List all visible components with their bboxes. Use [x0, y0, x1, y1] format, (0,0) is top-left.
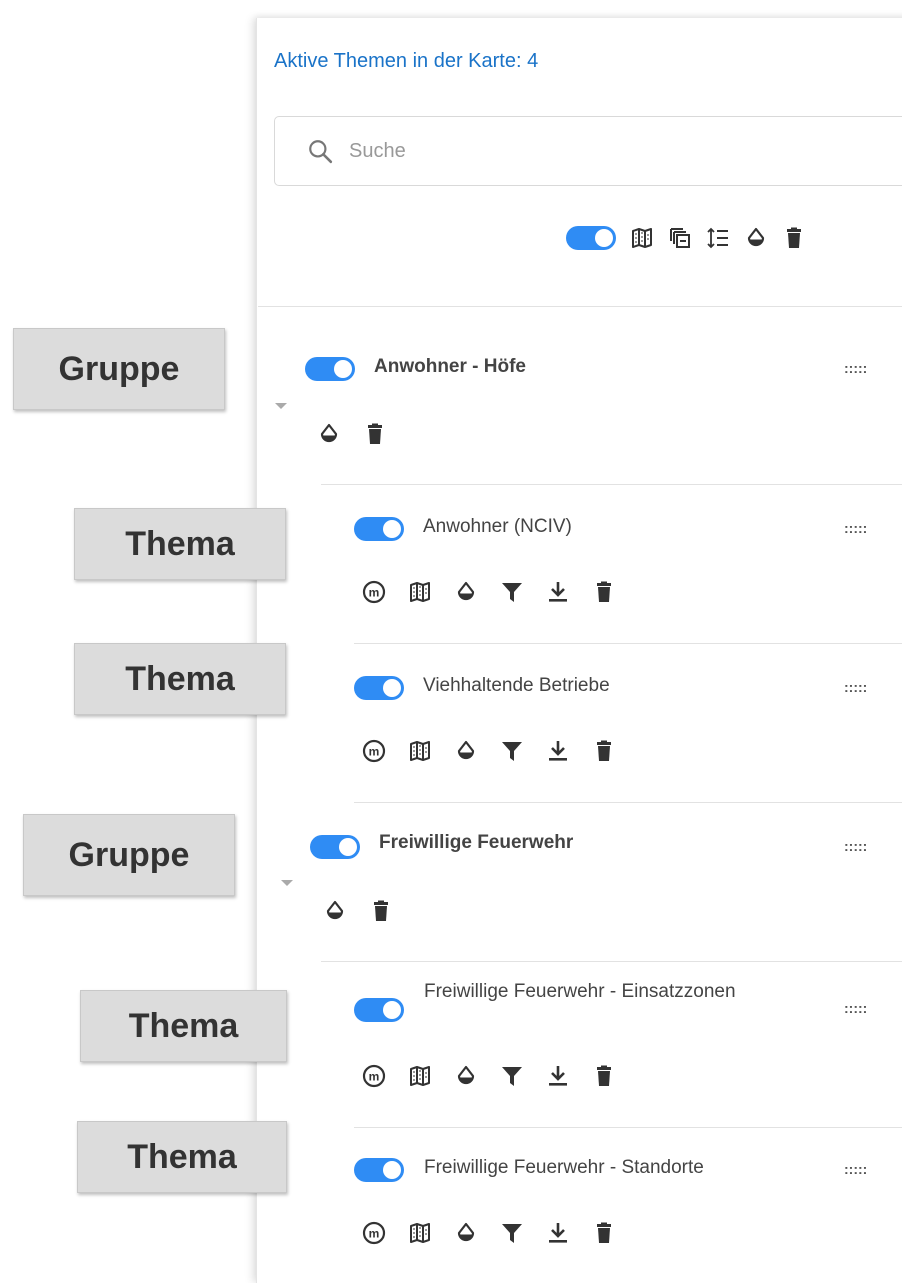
trash-icon[interactable] — [369, 899, 393, 923]
opacity-icon[interactable] — [454, 739, 478, 763]
drag-handle[interactable]: ::::: — [844, 520, 867, 536]
theme-title: Viehhaltende Betriebe — [423, 675, 610, 696]
sort-icon[interactable] — [706, 226, 730, 250]
theme-toggle[interactable] — [354, 1158, 404, 1182]
map-icon[interactable] — [408, 739, 432, 763]
theme-toggle[interactable] — [354, 676, 404, 700]
search-icon — [307, 138, 333, 164]
filter-icon[interactable] — [500, 1221, 524, 1245]
drag-handle[interactable]: ::::: — [844, 1000, 867, 1016]
layer-panel — [256, 18, 902, 1283]
global-toolbar — [566, 220, 806, 256]
opacity-icon[interactable] — [323, 899, 347, 923]
group-actions — [317, 422, 387, 446]
filter-icon[interactable] — [500, 1064, 524, 1088]
download-icon[interactable] — [546, 739, 570, 763]
divider — [354, 1127, 902, 1128]
metadata-icon[interactable] — [362, 739, 386, 763]
map-icon[interactable] — [408, 1221, 432, 1245]
drag-handle[interactable]: ::::: — [844, 679, 867, 695]
tag-label: Gruppe — [23, 814, 235, 896]
tag-label: Thema — [74, 508, 286, 580]
group-actions — [323, 899, 393, 923]
divider — [354, 802, 902, 803]
theme-actions — [362, 739, 616, 763]
metadata-icon[interactable] — [362, 580, 386, 604]
theme-actions — [362, 1221, 616, 1245]
drag-handle[interactable]: ::::: — [844, 360, 867, 376]
download-icon[interactable] — [546, 1221, 570, 1245]
search-input[interactable] — [347, 138, 751, 164]
divider — [321, 961, 902, 962]
map-icon[interactable] — [408, 580, 432, 604]
opacity-icon[interactable] — [454, 580, 478, 604]
trash-icon[interactable] — [592, 1221, 616, 1245]
group-toggle[interactable] — [305, 357, 355, 381]
theme-actions — [362, 580, 616, 604]
theme-toggle[interactable] — [354, 998, 404, 1022]
opacity-icon[interactable] — [744, 226, 768, 250]
map-icon[interactable] — [630, 226, 654, 250]
opacity-icon[interactable] — [317, 422, 341, 446]
trash-icon[interactable] — [363, 422, 387, 446]
group-title: Freiwillige Feuerwehr — [379, 832, 574, 853]
tag-label: Thema — [80, 990, 287, 1062]
metadata-icon[interactable] — [362, 1064, 386, 1088]
download-icon[interactable] — [546, 580, 570, 604]
opacity-icon[interactable] — [454, 1064, 478, 1088]
metadata-icon[interactable] — [362, 1221, 386, 1245]
collapse-caret[interactable] — [281, 880, 293, 886]
active-topics-count: Aktive Themen in der Karte: 4 — [274, 50, 539, 72]
collapse-caret[interactable] — [275, 403, 287, 409]
search-box[interactable] — [274, 116, 902, 186]
group-toggle[interactable] — [310, 835, 360, 859]
trash-icon[interactable] — [592, 580, 616, 604]
theme-actions — [362, 1064, 616, 1088]
tag-label: Gruppe — [13, 328, 225, 410]
trash-icon[interactable] — [592, 1064, 616, 1088]
copy-icon[interactable] — [668, 226, 692, 250]
divider — [321, 484, 902, 485]
trash-icon[interactable] — [592, 739, 616, 763]
filter-icon[interactable] — [500, 580, 524, 604]
map-icon[interactable] — [408, 1064, 432, 1088]
opacity-icon[interactable] — [454, 1221, 478, 1245]
toggle-all-switch[interactable] — [566, 226, 616, 250]
theme-title: Freiwillige Feuerwehr - Standorte — [424, 1157, 704, 1178]
drag-handle[interactable]: ::::: — [844, 1161, 867, 1177]
group-title: Anwohner - Höfe — [374, 356, 526, 377]
filter-icon[interactable] — [500, 739, 524, 763]
download-icon[interactable] — [546, 1064, 570, 1088]
drag-handle[interactable]: ::::: — [844, 838, 867, 854]
theme-toggle[interactable] — [354, 517, 404, 541]
theme-title: Anwohner (NCIV) — [423, 516, 572, 537]
divider — [258, 306, 902, 307]
divider — [354, 643, 902, 644]
tag-label: Thema — [77, 1121, 287, 1193]
trash-icon[interactable] — [782, 226, 806, 250]
theme-title: Freiwillige Feuerwehr - Einsatzzonen — [424, 981, 736, 1002]
tag-label: Thema — [74, 643, 286, 715]
